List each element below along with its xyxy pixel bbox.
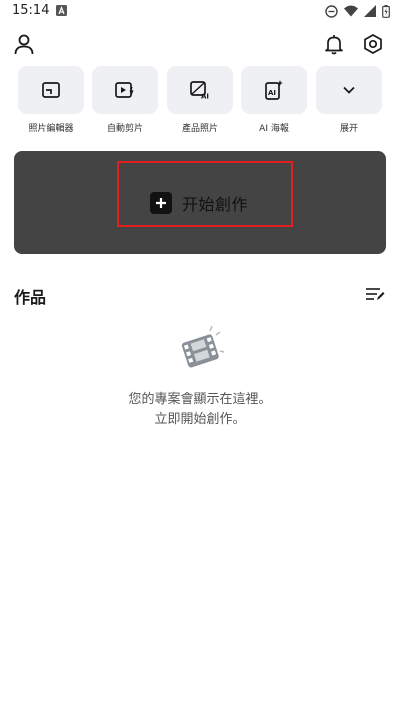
tool-ai-poster[interactable]: AI AI 海報 — [241, 66, 307, 136]
bell-icon — [325, 35, 343, 55]
chevron-down-icon — [343, 86, 355, 94]
sort-edit-button[interactable] — [364, 284, 386, 304]
empty-message-line2: 立即開始創作。 — [154, 412, 246, 427]
signal-icon — [364, 5, 376, 17]
do-not-disturb-icon — [325, 4, 338, 18]
tools-row: 照片編輯器 自動剪片 AI 產品照片 AI AI 海報 展开 — [0, 66, 400, 136]
start-create-card[interactable]: 开始創作 — [14, 151, 386, 254]
tool-photo-editor[interactable]: 照片編輯器 — [18, 66, 84, 136]
profile-button[interactable] — [10, 30, 38, 58]
tool-tile — [92, 66, 158, 114]
tool-label: 展开 — [339, 124, 358, 134]
film-clip-icon — [181, 325, 225, 368]
product-photo-icon: AI — [190, 81, 209, 100]
tool-label: 產品照片 — [181, 124, 218, 134]
auto-cut-icon — [115, 82, 134, 98]
works-title: 作品 — [14, 288, 47, 307]
settings-button[interactable] — [359, 30, 387, 58]
tool-tile — [316, 66, 382, 114]
svg-text:AI: AI — [201, 93, 209, 100]
tool-label: AI 海報 — [259, 124, 289, 134]
tool-product-photo[interactable]: AI 產品照片 — [167, 66, 233, 136]
notifications-button[interactable] — [320, 30, 348, 58]
status-bar: 15:14 — [0, 0, 400, 24]
tool-expand[interactable]: 展开 — [316, 66, 382, 136]
sort-edit-icon — [366, 288, 385, 300]
start-create-label: 开始創作 — [182, 195, 249, 214]
tool-tile: AI — [241, 66, 307, 114]
status-icons — [325, 4, 390, 18]
tool-label: 照片編輯器 — [28, 124, 74, 134]
svg-text:AI: AI — [268, 89, 276, 97]
tool-label: 自動剪片 — [106, 124, 143, 134]
tool-auto-cut[interactable]: 自動剪片 — [92, 66, 158, 136]
tool-tile — [18, 66, 84, 114]
settings-hexagon-icon — [364, 34, 382, 54]
ai-poster-icon: AI — [265, 80, 283, 100]
wifi-icon — [344, 5, 358, 17]
start-create-button[interactable]: 开始創作 — [150, 191, 248, 215]
tool-tile: AI — [167, 66, 233, 114]
plus-icon — [150, 192, 172, 214]
status-time: 15:14 — [12, 3, 50, 18]
battery-icon — [382, 4, 390, 18]
notification-a-icon — [56, 5, 67, 16]
photo-editor-icon — [42, 82, 60, 98]
app-screen: 15:14 照片編輯器 自動剪片 AI 產品照片 AI AI 海報 展开 开始創… — [0, 0, 400, 711]
profile-icon — [14, 34, 34, 55]
empty-message-line1: 您的專案會顯示在這裡。 — [128, 392, 272, 407]
